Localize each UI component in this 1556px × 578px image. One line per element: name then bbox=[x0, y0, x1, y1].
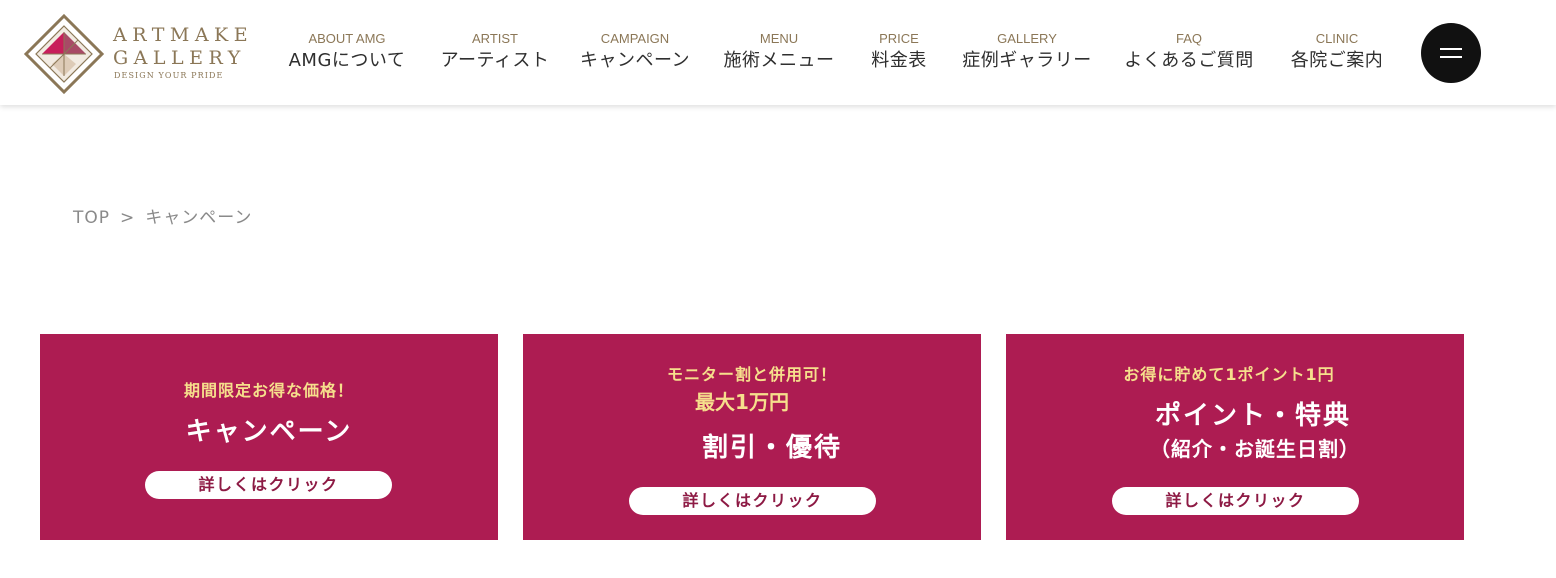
nav-item-ja-label: アーティスト bbox=[440, 50, 550, 71]
campaign-details-button[interactable]: 詳しくはクリック bbox=[145, 471, 392, 499]
nav-item-en-label: CAMPAIGN bbox=[600, 31, 670, 46]
hamburger-icon-bar bbox=[1440, 56, 1462, 58]
card-title: キャンペーン bbox=[185, 417, 353, 447]
breadcrumb-home-link[interactable]: TOP bbox=[73, 208, 110, 228]
card-title: ポイント・特典 bbox=[1154, 401, 1351, 431]
logo-tagline: DESIGN YOUR PRIDE bbox=[114, 71, 224, 80]
breadcrumb-current: キャンペーン bbox=[145, 208, 253, 228]
logo-name-line2: GALLERY bbox=[113, 47, 246, 69]
site-logo[interactable]: ARTMAKE GALLERY DESIGN YOUR PRIDE bbox=[22, 12, 262, 96]
nav-item-gallery[interactable]: GALLERY 症例ギャラリー bbox=[962, 31, 1092, 74]
nav-item-price[interactable]: PRICE 料金表 bbox=[871, 31, 927, 74]
nav-item-ja-label: よくあるご質問 bbox=[1124, 50, 1254, 71]
nav-item-ja-label: 施術メニュー bbox=[723, 50, 835, 71]
card-subtitle: （紹介・お誕生日割） bbox=[1150, 437, 1360, 461]
nav-item-artist[interactable]: ARTIST アーティスト bbox=[441, 31, 550, 74]
hamburger-icon bbox=[1440, 48, 1462, 50]
nav-item-en-label: ARTIST bbox=[472, 31, 518, 46]
nav-item-en-label: MENU bbox=[759, 31, 799, 46]
discount-card[interactable]: モニター割と併用可！ 最大1万円 割引・優待 詳しくはクリック bbox=[523, 334, 981, 540]
site-header: ARTMAKE GALLERY DESIGN YOUR PRIDE ABOUT … bbox=[0, 0, 1556, 105]
discount-details-button[interactable]: 詳しくはクリック bbox=[629, 487, 876, 515]
card-lead-text: お得に貯めて1ポイント1円 bbox=[1123, 365, 1335, 384]
nav-item-menu[interactable]: MENU 施術メニュー bbox=[724, 31, 835, 74]
nav-item-ja-label: 料金表 bbox=[871, 50, 927, 71]
nav-item-en-label: CLINIC bbox=[1315, 31, 1359, 46]
nav-item-en-label: GALLERY bbox=[997, 31, 1057, 46]
logo-diamond-icon bbox=[23, 13, 105, 95]
card-title: 割引・優待 bbox=[701, 433, 842, 463]
breadcrumb: TOP > キャンペーン bbox=[73, 203, 252, 228]
points-card[interactable]: お得に貯めて1ポイント1円 ポイント・特典 （紹介・お誕生日割） 詳しくはクリッ… bbox=[1006, 334, 1464, 540]
card-lead-text: モニター割と併用可！ bbox=[666, 365, 837, 384]
breadcrumb-separator: > bbox=[120, 208, 136, 228]
campaign-card[interactable]: 期間限定お得な価格！ キャンペーン 詳しくはクリック bbox=[40, 334, 498, 540]
nav-item-campaign[interactable]: CAMPAIGN キャンペーン bbox=[580, 31, 690, 74]
nav-item-ja-label: キャンペーン bbox=[579, 50, 691, 71]
nav-item-en-label: FAQ bbox=[1175, 31, 1202, 46]
nav-item-ja-label: AMGについて bbox=[288, 50, 406, 71]
nav-item-en-label: PRICE bbox=[879, 31, 919, 46]
nav-item-faq[interactable]: FAQ よくあるご質問 bbox=[1124, 31, 1254, 74]
nav-item-ja-label: 各院ご案内 bbox=[1290, 50, 1384, 71]
card-highlight-text: 最大1万円 bbox=[695, 390, 789, 414]
card-lead-text: 期間限定お得な価格！ bbox=[183, 381, 354, 400]
nav-item-ja-label: 症例ギャラリー bbox=[962, 50, 1092, 71]
logo-name-line1: ARTMAKE bbox=[113, 24, 254, 46]
points-details-button[interactable]: 詳しくはクリック bbox=[1112, 487, 1359, 515]
hamburger-menu-button[interactable] bbox=[1421, 23, 1481, 83]
nav-item-about[interactable]: ABOUT AMG AMGについて bbox=[289, 31, 406, 74]
nav-item-clinic[interactable]: CLINIC 各院ご案内 bbox=[1291, 31, 1384, 74]
nav-item-en-label: ABOUT AMG bbox=[308, 31, 386, 46]
